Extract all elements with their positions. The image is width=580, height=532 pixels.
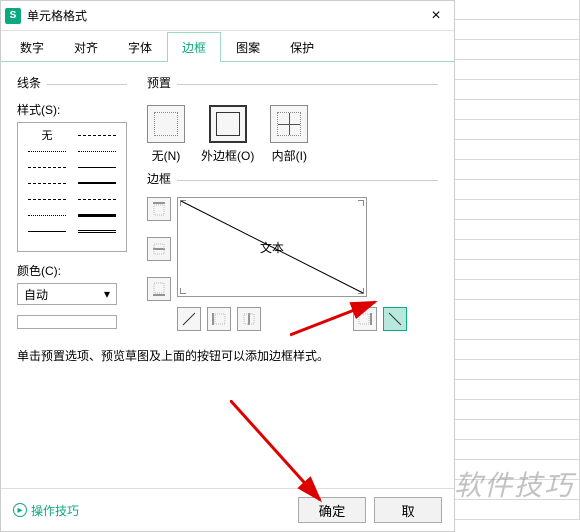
border-diag-up-button[interactable]: [177, 307, 201, 331]
diagonal-line-icon: [177, 197, 367, 297]
cancel-button[interactable]: 取: [374, 497, 442, 523]
preset-outline-button[interactable]: [209, 105, 247, 143]
dialog-content: 线条 样式(S): 无 颜: [1, 62, 454, 488]
line-style-dashdotdot[interactable]: [78, 151, 116, 152]
preset-section-title: 预置: [147, 74, 438, 93]
cell-format-dialog: S 单元格格式 × 数字 对齐 字体 边框 图案 保护 线条 样式(S): 无: [0, 0, 455, 532]
tab-bar: 数字 对齐 字体 边框 图案 保护: [1, 31, 454, 62]
border-top-button[interactable]: [147, 197, 171, 221]
line-style-mediumdashdot[interactable]: [28, 199, 66, 200]
color-sample: [17, 315, 117, 329]
dialog-title: 单元格格式: [27, 7, 422, 24]
ok-button[interactable]: 确定: [298, 497, 366, 523]
line-style-none[interactable]: 无: [42, 127, 53, 143]
line-style-dotted[interactable]: [28, 151, 66, 152]
close-button[interactable]: ×: [422, 2, 450, 30]
titlebar: S 单元格格式 ×: [1, 1, 454, 31]
preset-none-button[interactable]: [147, 105, 185, 143]
line-style-dashed[interactable]: [28, 167, 66, 168]
play-icon: ▸: [13, 503, 27, 517]
border-section-title: 边框: [147, 170, 438, 189]
color-dropdown[interactable]: 自动 ▾: [17, 283, 117, 305]
chevron-down-icon: ▾: [104, 287, 110, 301]
line-style-slant[interactable]: [78, 199, 116, 200]
border-middle-button[interactable]: [147, 237, 171, 261]
border-right-button[interactable]: [353, 307, 377, 331]
app-icon: S: [5, 8, 21, 24]
tips-link[interactable]: ▸ 操作技巧: [13, 502, 79, 519]
line-style-double[interactable]: [78, 230, 116, 233]
tab-number[interactable]: 数字: [5, 32, 59, 62]
border-center-button[interactable]: [237, 307, 261, 331]
tab-pattern[interactable]: 图案: [221, 32, 275, 62]
border-diag-down-button[interactable]: [383, 307, 407, 331]
line-style-mediumdash[interactable]: [28, 183, 66, 184]
preset-inside-button[interactable]: [270, 105, 308, 143]
tab-font[interactable]: 字体: [113, 32, 167, 62]
tips-label: 操作技巧: [31, 502, 79, 519]
tab-protection[interactable]: 保护: [275, 32, 329, 62]
preset-inside-label: 内部(I): [272, 147, 307, 164]
color-label: 颜色(C):: [17, 262, 127, 279]
line-style-thick[interactable]: [78, 214, 116, 217]
tab-alignment[interactable]: 对齐: [59, 32, 113, 62]
preset-none-label: 无(N): [152, 147, 181, 164]
border-left-button[interactable]: [207, 307, 231, 331]
line-style-list[interactable]: 无: [17, 122, 127, 252]
line-style-thin2[interactable]: [78, 167, 116, 168]
spreadsheet-grid: [455, 0, 580, 532]
hint-text: 单击预置选项、预览草图及上面的按钮可以添加边框样式。: [17, 347, 438, 364]
preset-outline-label: 外边框(O): [201, 147, 254, 164]
border-bottom-button[interactable]: [147, 277, 171, 301]
line-style-hair[interactable]: [28, 215, 66, 216]
line-style-dashdot[interactable]: [78, 135, 116, 136]
color-value: 自动: [24, 286, 48, 303]
line-style-medium[interactable]: [78, 182, 116, 184]
style-label: 样式(S):: [17, 101, 127, 118]
tab-border[interactable]: 边框: [167, 32, 221, 62]
dialog-footer: ▸ 操作技巧 确定 取: [1, 488, 454, 531]
border-preview[interactable]: 文本: [177, 197, 367, 297]
line-style-thin[interactable]: [28, 231, 66, 232]
line-section-title: 线条: [17, 74, 127, 93]
